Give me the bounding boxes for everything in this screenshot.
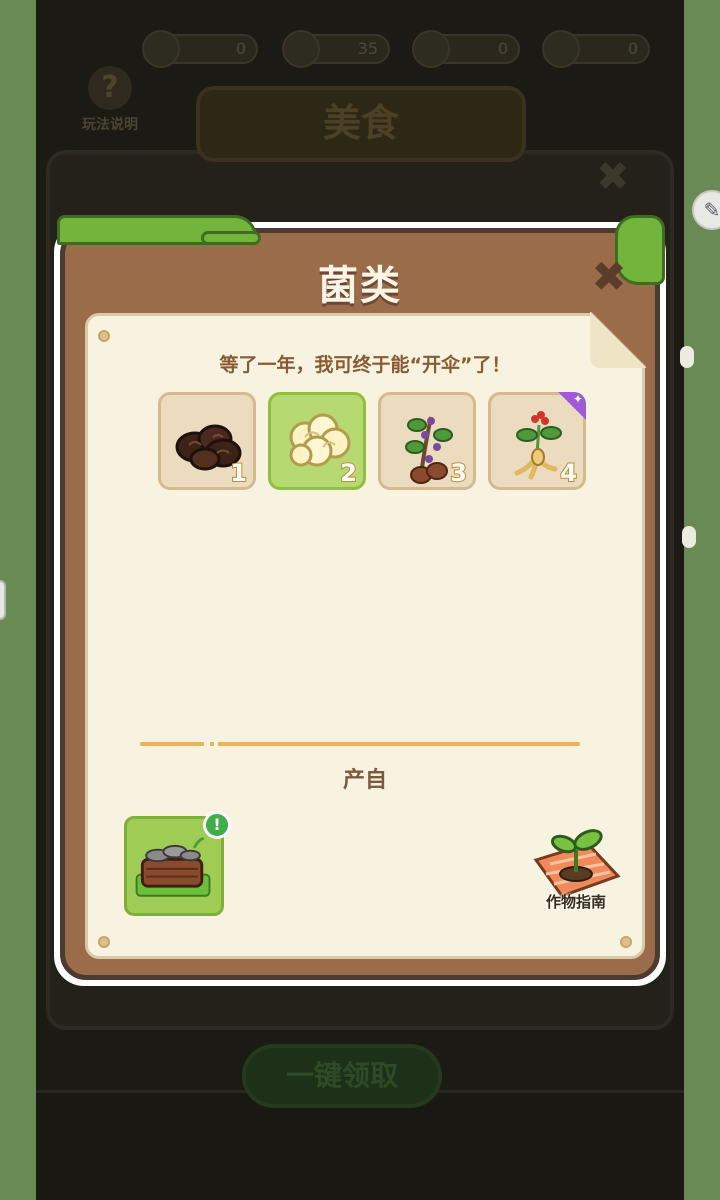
source-label: 产自 [342, 768, 387, 793]
help-label: 玩法说明 [82, 117, 138, 133]
stage-slot-3[interactable]: 3 [378, 392, 476, 490]
stage-level: 3 [449, 458, 468, 488]
info-paper: 等了一年，我可终于能“开伞”了！ 1 2 3 ✦ 4 产自 ! 作物指南 [85, 312, 646, 959]
crop-info-dialog: 菌类 ✖ 等了一年，我可终于能“开伞”了！ 1 2 3 ✦ 4 产自 ! 作物指… [54, 215, 666, 986]
dialog-title: 菌类 [318, 263, 402, 309]
source-building-tile[interactable]: ! [124, 811, 231, 916]
side-decoration [680, 346, 694, 368]
alert-badge-icon: ! [203, 811, 231, 839]
background-close-icon: ✖ [596, 154, 630, 200]
screen-title: 美食 [196, 86, 526, 162]
growth-stage-list: 1 2 3 ✦ 4 [158, 392, 586, 490]
resource-counter: 0 [412, 30, 520, 68]
stage-slot-2[interactable]: 2 [268, 392, 366, 490]
close-button[interactable]: ✖ [589, 256, 629, 298]
help-button: ? 玩法说明 [70, 66, 150, 140]
pin-dot [98, 936, 110, 948]
claim-all-button: 一键领取 [242, 1044, 442, 1108]
close-icon: ✖ [591, 252, 627, 301]
guide-label: 作物指南 [545, 893, 606, 911]
stage-slot-4[interactable]: ✦ 4 [488, 392, 586, 490]
pin-dot [620, 936, 632, 948]
question-icon: ? [88, 66, 132, 110]
stage-level: 4 [559, 458, 578, 488]
side-tab-handle[interactable] [0, 580, 6, 620]
resource-counter: 0 [542, 30, 650, 68]
crop-guide-button[interactable]: 作物指南 [526, 816, 626, 916]
stage-level: 1 [229, 458, 248, 488]
grass-decoration [201, 231, 261, 245]
stage-level: 2 [339, 458, 358, 488]
edit-pencil-icon[interactable]: ✎ [692, 190, 720, 230]
resource-counter: 0 [142, 30, 258, 68]
pin-dot [98, 330, 110, 342]
side-decoration [682, 526, 696, 548]
dialog-frame: 菌类 ✖ 等了一年，我可终于能“开伞”了！ 1 2 3 ✦ 4 产自 ! 作物指… [57, 215, 665, 980]
resource-counter: 35 [282, 30, 390, 68]
stage-slot-1[interactable]: 1 [158, 392, 256, 490]
flavor-text: 等了一年，我可终于能“开伞”了！ [219, 354, 511, 376]
